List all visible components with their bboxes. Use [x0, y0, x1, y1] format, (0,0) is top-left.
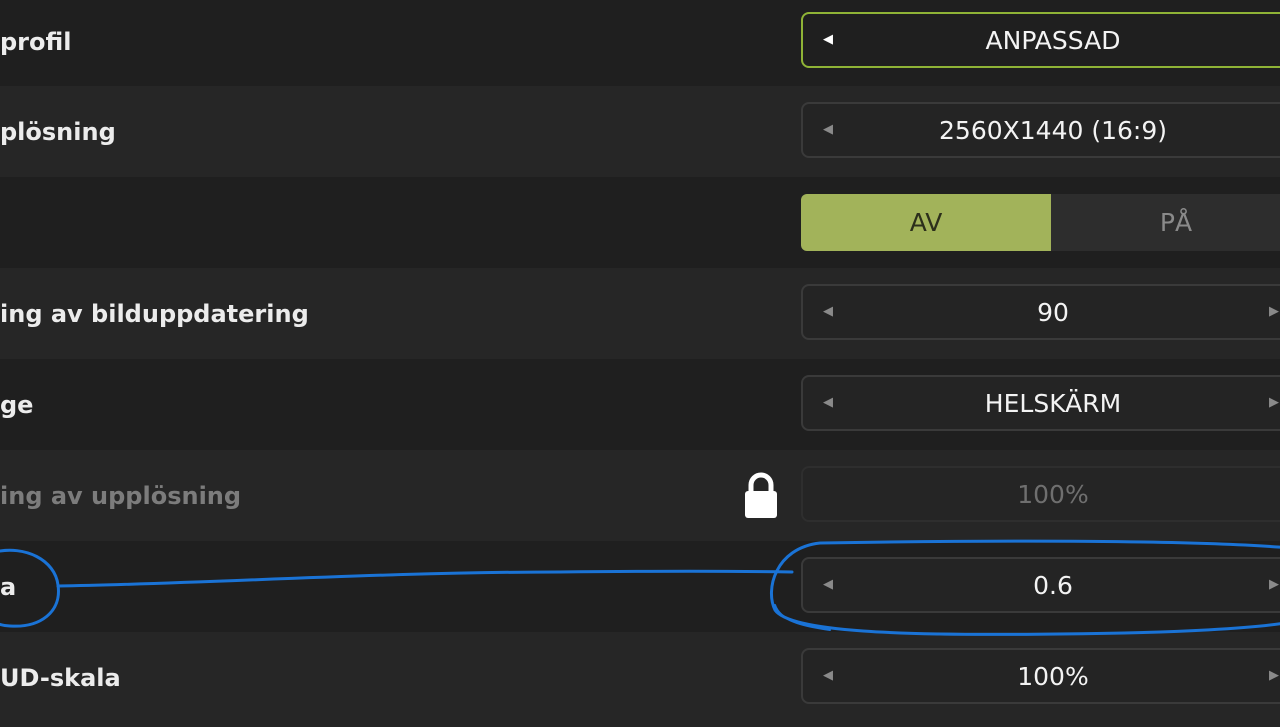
toggle-option-on[interactable]: PÅ: [1051, 194, 1280, 251]
setting-row-resolution-scale: ing av upplösning 100%: [0, 450, 1280, 541]
framerate-limit-selector[interactable]: ◀ 90 ▶: [801, 284, 1280, 340]
selector-value: 2560X1440 (16:9): [939, 116, 1167, 145]
setting-label: ing av bilduppdatering: [0, 300, 309, 328]
hud-scale-selector[interactable]: ◀ 100% ▶: [801, 648, 1280, 704]
setting-row-resolution: plösning ◀ 2560X1440 (16:9): [0, 86, 1280, 177]
setting-row-display-mode: ge ◀ HELSKÄRM ▶: [0, 359, 1280, 450]
setting-label: ing av upplösning: [0, 482, 242, 510]
profile-selector[interactable]: ◀ ANPASSAD: [801, 12, 1280, 68]
display-mode-selector[interactable]: ◀ HELSKÄRM ▶: [801, 375, 1280, 431]
setting-row-scale: a ◀ 0.6 ▶: [0, 541, 1280, 632]
setting-row-hud-scale: UD-skala ◀ 100% ▶: [0, 632, 1280, 720]
setting-label: profil: [0, 28, 72, 56]
arrow-right-icon[interactable]: ▶: [1269, 286, 1279, 338]
setting-row-toggle: AV PÅ: [0, 177, 1280, 268]
setting-label: plösning: [0, 118, 116, 146]
selector-value: 0.6: [1033, 571, 1073, 600]
toggle-option-off[interactable]: AV: [801, 194, 1051, 251]
setting-row-profile: profil ◀ ANPASSAD: [0, 0, 1280, 91]
arrow-right-icon[interactable]: ▶: [1269, 559, 1279, 611]
resolution-scale-selector: 100%: [801, 466, 1280, 522]
selector-value: ANPASSAD: [985, 26, 1121, 55]
arrow-right-icon[interactable]: ▶: [1269, 650, 1279, 702]
selector-value: HELSKÄRM: [984, 389, 1122, 418]
selector-value: 90: [1037, 298, 1069, 327]
selector-value: 100%: [1017, 480, 1089, 509]
setting-label: ge: [0, 391, 34, 419]
setting-label: a: [0, 573, 17, 601]
resolution-selector[interactable]: ◀ 2560X1440 (16:9): [801, 102, 1280, 158]
selector-value: 100%: [1017, 662, 1089, 691]
setting-row-framerate: ing av bilduppdatering ◀ 90 ▶: [0, 268, 1280, 359]
setting-label: UD-skala: [0, 664, 121, 692]
lock-icon: [745, 472, 777, 518]
arrow-right-icon[interactable]: ▶: [1269, 377, 1279, 429]
on-off-toggle[interactable]: AV PÅ: [801, 194, 1280, 251]
scale-selector[interactable]: ◀ 0.6 ▶: [801, 557, 1280, 613]
